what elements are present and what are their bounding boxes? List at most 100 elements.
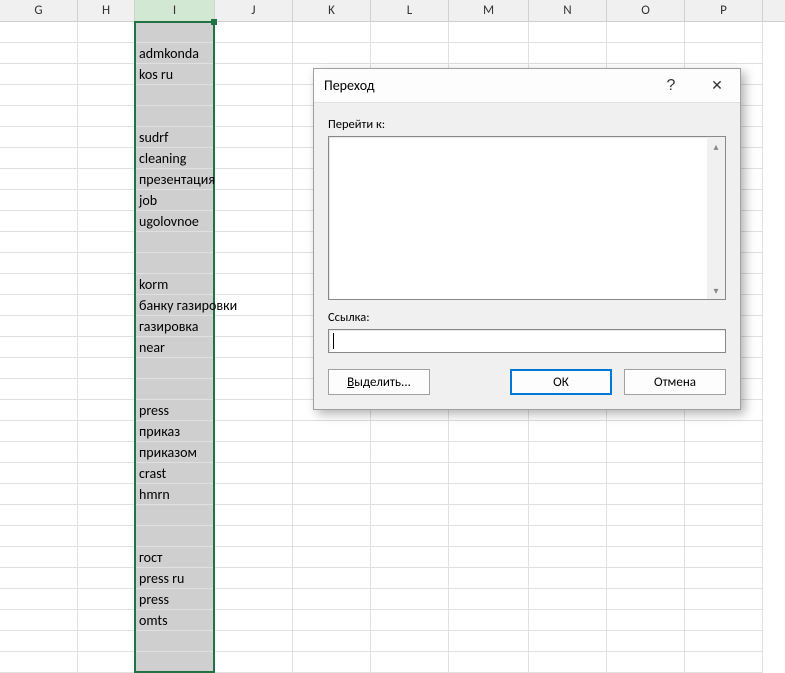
cell[interactable] [215,127,293,148]
cell[interactable] [78,400,135,421]
cell[interactable] [685,652,763,673]
select-button[interactable]: Выделить... [328,369,430,395]
cell[interactable] [215,274,293,295]
cell[interactable] [215,85,293,106]
cell[interactable] [135,22,215,43]
cell[interactable] [449,631,529,652]
cell[interactable] [215,169,293,190]
cell[interactable] [78,652,135,673]
cell[interactable] [0,22,78,43]
cell[interactable] [449,610,529,631]
cell[interactable] [78,589,135,610]
cell[interactable] [0,547,78,568]
cell[interactable] [78,106,135,127]
cell[interactable] [0,463,78,484]
cell[interactable] [0,64,78,85]
cell[interactable] [607,589,685,610]
cell[interactable] [607,22,685,43]
cell[interactable] [0,316,78,337]
cell[interactable] [371,43,449,64]
cell[interactable] [449,43,529,64]
cell[interactable] [685,22,763,43]
cell[interactable] [685,484,763,505]
cell[interactable] [135,400,215,421]
cell[interactable] [371,505,449,526]
goto-listbox[interactable]: ▴ ▾ [328,136,726,300]
column-header-I[interactable]: I [135,0,215,21]
cell[interactable] [529,631,607,652]
cell[interactable] [135,463,215,484]
scrollbar[interactable]: ▴ ▾ [707,137,725,299]
cell[interactable] [371,22,449,43]
cell[interactable] [135,337,215,358]
cell[interactable] [215,421,293,442]
cell[interactable] [449,22,529,43]
cell[interactable] [78,148,135,169]
cell[interactable] [78,64,135,85]
cell[interactable] [78,631,135,652]
cell[interactable] [529,484,607,505]
cell[interactable] [607,43,685,64]
cell[interactable] [215,106,293,127]
cell[interactable] [371,484,449,505]
cell[interactable] [215,190,293,211]
cell[interactable] [215,358,293,379]
cell[interactable] [78,232,135,253]
cell[interactable] [215,400,293,421]
cell[interactable] [529,43,607,64]
cell[interactable] [215,232,293,253]
column-header-K[interactable]: K [293,0,371,21]
cell[interactable] [449,568,529,589]
cell[interactable] [78,190,135,211]
cell[interactable] [135,169,215,190]
cell[interactable] [0,211,78,232]
cell[interactable] [135,421,215,442]
column-header-J[interactable]: J [215,0,293,21]
cell[interactable] [449,442,529,463]
cell[interactable] [607,421,685,442]
cell[interactable] [685,568,763,589]
cell[interactable] [135,484,215,505]
cell[interactable] [607,526,685,547]
cell[interactable] [293,505,371,526]
cell[interactable] [135,211,215,232]
cell[interactable] [215,337,293,358]
cell[interactable] [0,295,78,316]
cell[interactable] [135,610,215,631]
cell[interactable] [78,127,135,148]
cell[interactable] [215,211,293,232]
reference-input[interactable] [328,329,726,353]
cell[interactable] [685,421,763,442]
cell[interactable] [0,526,78,547]
cell[interactable] [529,505,607,526]
cell[interactable] [449,505,529,526]
cancel-button[interactable]: Отмена [624,369,726,395]
column-header-L[interactable]: L [371,0,449,21]
cell[interactable] [0,43,78,64]
cell[interactable] [529,610,607,631]
cell[interactable] [449,526,529,547]
scroll-up-icon[interactable]: ▴ [707,137,725,155]
cell[interactable] [215,316,293,337]
cell[interactable] [449,463,529,484]
cell[interactable] [0,253,78,274]
cell[interactable] [0,421,78,442]
cell[interactable] [607,652,685,673]
cell[interactable] [135,547,215,568]
cell[interactable] [529,652,607,673]
cell[interactable] [78,484,135,505]
cell[interactable] [215,253,293,274]
cell[interactable] [0,379,78,400]
cell[interactable] [78,169,135,190]
cell[interactable] [607,568,685,589]
cell[interactable] [293,547,371,568]
cell[interactable] [529,442,607,463]
cell[interactable] [685,589,763,610]
cell[interactable] [0,190,78,211]
cell[interactable] [215,22,293,43]
cell[interactable] [685,463,763,484]
cell[interactable] [215,547,293,568]
cell[interactable] [0,169,78,190]
cell[interactable] [135,253,215,274]
cell[interactable] [215,295,293,316]
